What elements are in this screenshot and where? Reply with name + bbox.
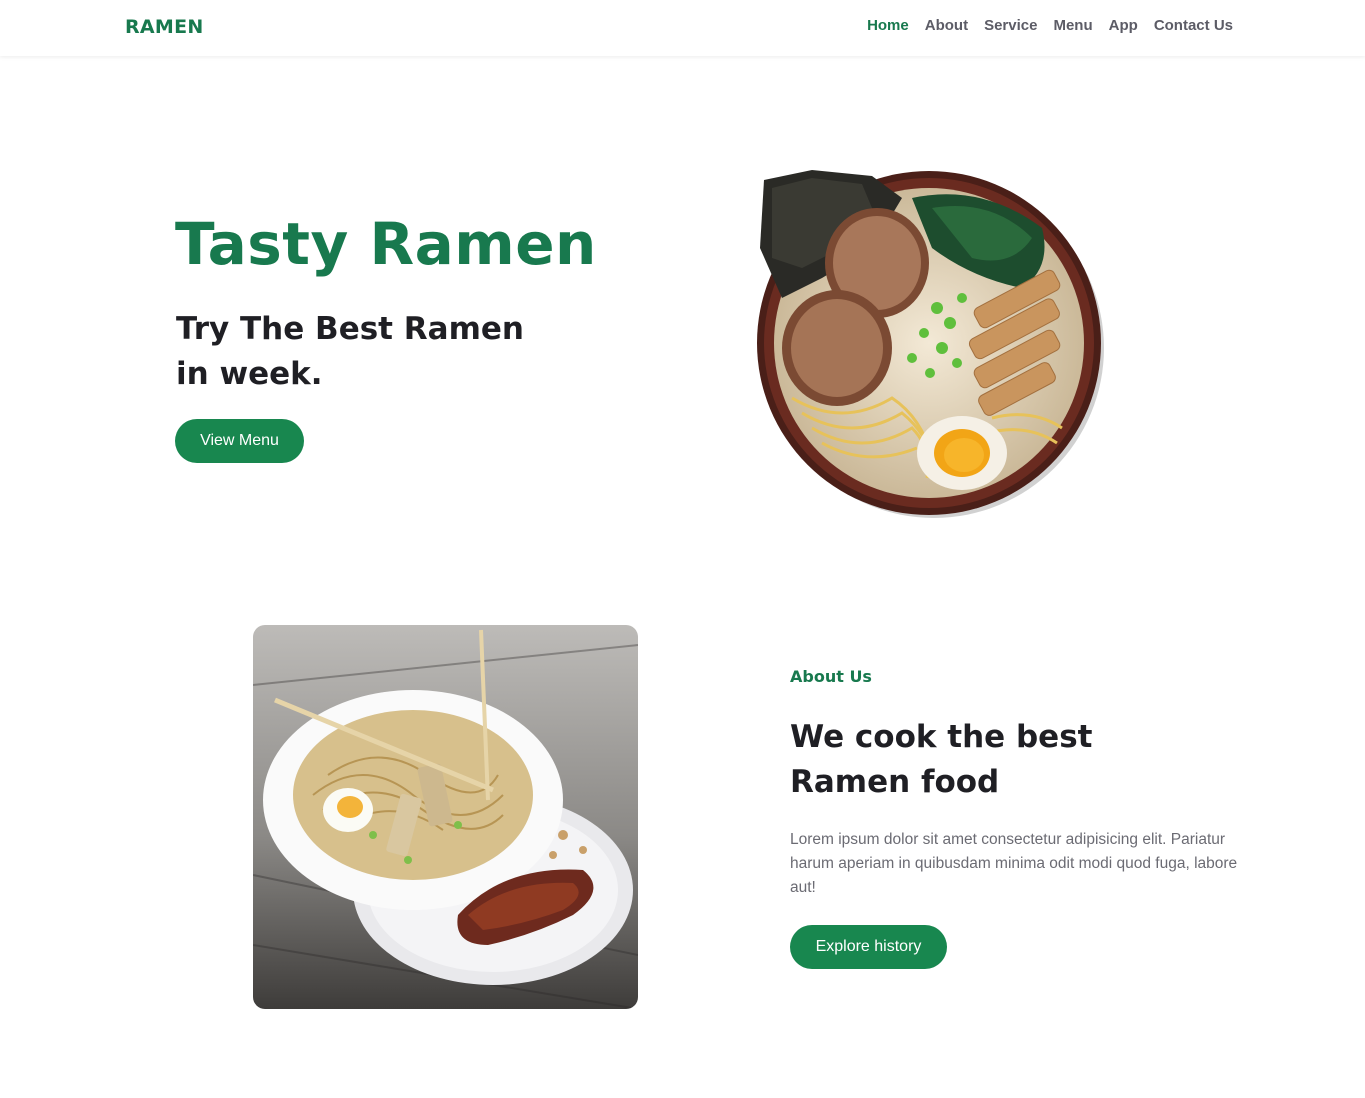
about-description: Lorem ipsum dolor sit amet consectetur a… <box>790 831 1238 896</box>
hero-subtitle-line1: Try The Best Ramen <box>176 311 524 347</box>
about-ramen-photo <box>253 625 638 1009</box>
nav-contact-us[interactable]: Contact Us <box>1154 17 1233 34</box>
about-title: We cook the best Ramen food <box>790 715 1210 805</box>
hero-subtitle-line2: in week. <box>176 356 323 392</box>
about-section-label: About Us <box>790 667 872 686</box>
logo[interactable]: RAMEN <box>125 16 204 38</box>
about-title-line2: Ramen food <box>790 764 1000 800</box>
hero-subtitle: Try The Best Ramen in week. <box>176 307 596 397</box>
about-title-line1: We cook the best <box>790 719 1093 755</box>
explore-history-button[interactable]: Explore history <box>790 925 947 969</box>
ramen-bowl-image <box>752 168 1107 523</box>
nav-service[interactable]: Service <box>984 17 1037 34</box>
nav-home[interactable]: Home <box>867 17 909 34</box>
nav-app[interactable]: App <box>1109 17 1138 34</box>
nav-about[interactable]: About <box>925 17 968 34</box>
view-menu-button[interactable]: View Menu <box>175 419 304 463</box>
site-header: RAMEN Home About Service Menu App Contac… <box>0 0 1365 56</box>
nav-menu[interactable]: Menu <box>1053 17 1092 34</box>
hero-title: Tasty Ramen <box>175 210 597 278</box>
main-nav: Home About Service Menu App Contact Us <box>867 17 1233 34</box>
